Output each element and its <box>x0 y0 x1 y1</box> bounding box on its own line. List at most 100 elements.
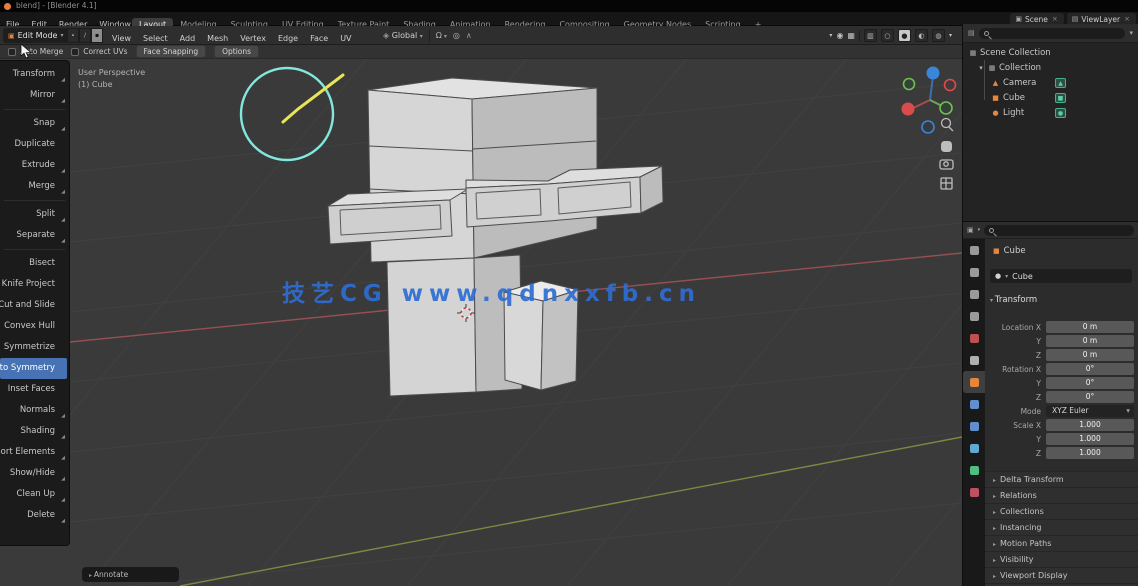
context-menu-item-bisect[interactable]: Bisect <box>0 253 67 274</box>
xray-toggle[interactable]: ▥ <box>864 29 877 42</box>
filter-icon[interactable]: ▾ <box>1129 29 1133 37</box>
camera-view-icon[interactable] <box>940 160 953 169</box>
properties-tab-view-layer[interactable] <box>963 305 985 327</box>
outliner-row-light[interactable]: ●Light● <box>963 105 1138 120</box>
context-menu-item-split[interactable]: Split◢ <box>0 204 67 225</box>
context-menu-item-show-hide[interactable]: Show/Hide◢ <box>0 463 67 484</box>
face-select-button[interactable]: ▪ <box>91 28 103 43</box>
context-menu-item-shading[interactable]: Shading◢ <box>0 421 67 442</box>
light-data-badge-icon[interactable]: ● <box>1055 108 1066 118</box>
properties-tab-physics[interactable] <box>963 437 985 459</box>
field-value[interactable]: 0 m <box>1046 321 1134 333</box>
viewport-menus: ViewSelectAddMeshVertexEdgeFaceUV <box>106 26 358 45</box>
view-layer-unlink-icon[interactable]: × <box>1123 15 1131 23</box>
gizmos-toggle-icon[interactable]: ◉ <box>836 31 843 40</box>
properties-tab-material[interactable] <box>963 481 985 503</box>
field-value[interactable]: XYZ Euler▾ <box>1046 405 1134 417</box>
menu-item-label: Shading <box>20 421 55 442</box>
context-menu-item-knife-project[interactable]: Knife Project <box>0 274 67 295</box>
field-value[interactable]: 1.000 <box>1046 433 1134 445</box>
panel-viewport-display[interactable]: ▸Viewport Display <box>985 567 1138 583</box>
context-menu-item-loop-cut-and-slide[interactable]: Loop Cut and Slide <box>0 295 67 316</box>
context-menu-item-convex-hull[interactable]: Convex Hull <box>0 316 67 337</box>
object-name-bar[interactable]: ● ▾ Cube <box>990 269 1132 283</box>
snap-toggle[interactable]: Ω ▾ <box>436 31 447 40</box>
context-menu-item-symmetrize[interactable]: Symmetrize <box>0 337 67 358</box>
overlays-toggle-icon[interactable]: ▦ <box>847 31 855 40</box>
panel-visibility[interactable]: ▸Visibility <box>985 551 1138 567</box>
edge-select-button[interactable]: ∕ <box>79 28 91 43</box>
operator-panel-collapsed[interactable]: ▸ Annotate <box>82 567 179 582</box>
button-face-snapping[interactable]: Face Snapping <box>136 45 207 58</box>
shading-rendered-button[interactable]: ◍ <box>932 29 945 42</box>
properties-editor-icon[interactable]: ▣ <box>967 226 974 234</box>
panel-collections[interactable]: ▸Collections <box>985 503 1138 519</box>
properties-search-input[interactable] <box>984 225 1134 236</box>
properties-tab-particles[interactable] <box>963 415 985 437</box>
field-value[interactable]: 1.000 <box>1046 419 1134 431</box>
field-value[interactable]: 0 m <box>1046 349 1134 361</box>
shading-solid-button[interactable]: ● <box>898 29 911 42</box>
submenu-arrow-icon: ◢ <box>61 414 65 419</box>
button-options[interactable]: Options <box>214 45 259 58</box>
outliner-row-collection[interactable]: ▾ ▦ Collection <box>963 60 1138 75</box>
context-menu-item-inset-faces[interactable]: Inset Faces <box>0 379 67 400</box>
context-menu-item-sort-elements[interactable]: Sort Elements◢ <box>0 442 67 463</box>
orientation-icon: ◈ <box>383 31 389 40</box>
field-value[interactable]: 1.000 <box>1046 447 1134 459</box>
properties-tab-scene[interactable] <box>963 327 985 349</box>
shading-dropdown-icon[interactable]: ▾ <box>949 32 952 39</box>
context-menu-item-transform[interactable]: Transform◢ <box>0 64 67 85</box>
properties-tab-output[interactable] <box>963 283 985 305</box>
camera-data-badge-icon[interactable]: ▲ <box>1055 78 1066 88</box>
context-menu-item-snap-to-symmetry[interactable]: Snap to Symmetry <box>0 358 67 379</box>
visibility-dropdown-icon[interactable]: ▾ <box>829 32 832 39</box>
context-menu-item-snap[interactable]: Snap◢ <box>0 113 67 134</box>
orientation-dropdown[interactable]: ◈ Global ▾ <box>383 31 423 40</box>
outliner-editor-icon[interactable]: ▤ <box>968 29 975 37</box>
context-menu-item-duplicate[interactable]: Duplicate <box>0 134 67 155</box>
properties-tab-object[interactable] <box>963 371 985 393</box>
properties-tab-world[interactable] <box>963 349 985 371</box>
field-value[interactable]: 0° <box>1046 377 1134 389</box>
toggle-auto-merge[interactable]: Auto Merge <box>8 47 63 56</box>
context-menu-item-delete[interactable]: Delete◢ <box>0 505 67 526</box>
perspective-toggle-icon[interactable] <box>941 178 952 189</box>
toggle-correct-uvs[interactable]: Correct UVs <box>71 47 127 56</box>
vertex-select-button[interactable]: ∙ <box>67 28 79 43</box>
transform-panel-header[interactable]: ▾ Transform <box>990 295 1037 305</box>
field-value[interactable]: 0° <box>1046 391 1134 403</box>
panel-motion-paths[interactable]: ▸Motion Paths <box>985 535 1138 551</box>
shading-wireframe-button[interactable]: ○ <box>881 29 894 42</box>
context-menu-item-normals[interactable]: Normals◢ <box>0 400 67 421</box>
field-value[interactable]: 0° <box>1046 363 1134 375</box>
context-menu-item-separate[interactable]: Separate◢ <box>0 225 67 246</box>
chevron-down-icon: ▾ <box>1126 405 1130 417</box>
viewport-3d[interactable]: User Perspective (1) Cube Transform◢Mirr… <box>0 59 962 586</box>
shading-material-button[interactable]: ◐ <box>915 29 928 42</box>
mesh-data-badge-icon[interactable]: ■ <box>1055 93 1066 103</box>
properties-tab-tool[interactable] <box>963 239 985 261</box>
properties-tab-modifiers[interactable] <box>963 393 985 415</box>
outliner-search-input[interactable] <box>979 28 1126 39</box>
outliner-row-scene-collection[interactable]: ▦ Scene Collection <box>963 45 1138 60</box>
properties-tab-object-data[interactable] <box>963 459 985 481</box>
outliner-row-camera[interactable]: ▲Camera▲ <box>963 75 1138 90</box>
outliner-row-cube[interactable]: ■Cube■ <box>963 90 1138 105</box>
field-value[interactable]: 0 m <box>1046 335 1134 347</box>
proportional-edit-toggle[interactable]: ◎ <box>453 31 460 40</box>
context-menu-item-extrude[interactable]: Extrude◢ <box>0 155 67 176</box>
context-menu-item-mirror[interactable]: Mirror◢ <box>0 85 67 106</box>
pan-hand-icon[interactable] <box>941 141 952 152</box>
navigation-gizmo[interactable] <box>902 67 956 134</box>
panel-instancing[interactable]: ▸Instancing <box>985 519 1138 535</box>
mode-dropdown[interactable]: ▣ Edit Mode ▾ <box>3 28 68 43</box>
field-z: Z0° <box>985 391 1138 404</box>
context-menu-item-merge[interactable]: Merge◢ <box>0 176 67 197</box>
scene-unlink-icon[interactable]: × <box>1051 15 1059 23</box>
chevron-down-icon: ▾ <box>978 227 981 233</box>
panel-relations[interactable]: ▸Relations <box>985 487 1138 503</box>
context-menu-item-clean-up[interactable]: Clean Up◢ <box>0 484 67 505</box>
panel-delta-transform[interactable]: ▸Delta Transform <box>985 471 1138 487</box>
properties-tab-render[interactable] <box>963 261 985 283</box>
